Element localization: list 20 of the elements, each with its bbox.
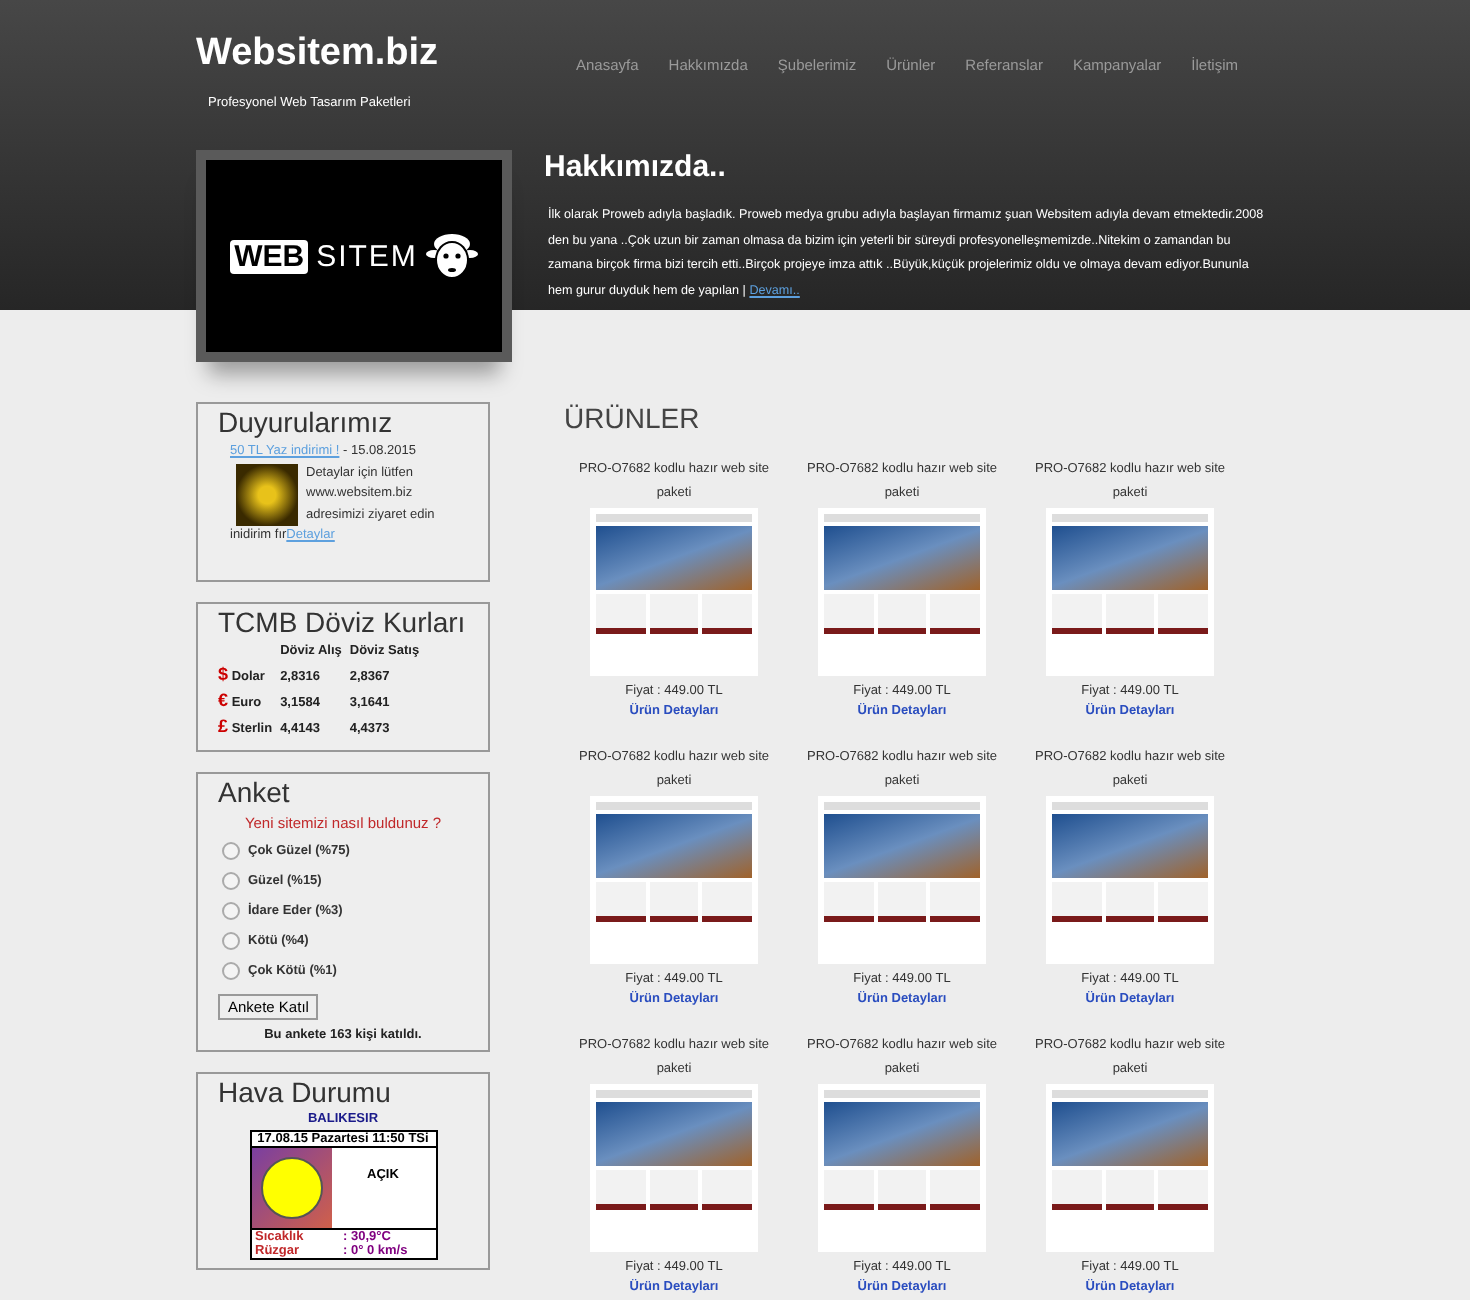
radio-button[interactable]	[222, 961, 240, 979]
announcement-image	[236, 463, 298, 525]
logo-word: WEB	[230, 239, 309, 273]
site-title[interactable]: Websitem.biz	[196, 32, 576, 76]
panel-title: TCMB Döviz Kurları	[218, 605, 468, 637]
section-title: ÜRÜNLER	[564, 402, 702, 434]
sun-icon	[251, 1147, 331, 1227]
logo-word: SITEM	[316, 239, 418, 273]
radio-button[interactable]	[222, 871, 240, 889]
radio-button[interactable]	[222, 931, 240, 949]
currency-symbol: $	[218, 663, 229, 683]
currency-symbol: £	[218, 715, 229, 735]
sheep-icon	[425, 232, 478, 280]
panel-title: Hava Durumu	[218, 1075, 393, 1107]
radio-button[interactable]	[222, 901, 240, 919]
section-title: Hakkımızda..	[544, 150, 728, 184]
currency-symbol: €	[218, 689, 229, 709]
radio-button[interactable]	[222, 841, 240, 859]
panel-title: Anket	[218, 775, 292, 807]
panel-title: Duyurularımız	[218, 406, 395, 438]
